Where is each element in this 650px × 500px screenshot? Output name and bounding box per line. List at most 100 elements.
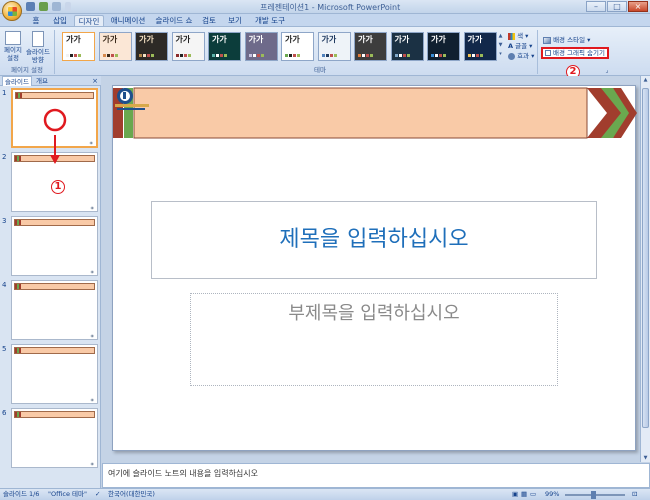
thumbnail-logo-icon: ◉ <box>90 269 95 274</box>
slide-number: 5 <box>2 345 7 353</box>
slide-canvas: 제목을 입력하십시오 부제목을 입력하십시오 <box>112 85 637 451</box>
theme-fonts-label: 글꼴 <box>515 42 528 50</box>
theme-colors-label: 색 <box>517 32 524 40</box>
theme-thumbnail[interactable]: 가가 <box>171 32 205 61</box>
office-button[interactable] <box>2 1 22 21</box>
theme-color-swatches <box>248 54 264 57</box>
vertical-scrollbar[interactable]: ▲ ▼ <box>640 76 650 462</box>
fonts-icon: A <box>508 42 514 50</box>
theme-color-swatches <box>285 54 300 57</box>
tab-slideshow[interactable]: 슬라이드 쇼 <box>154 15 194 26</box>
close-button[interactable]: × <box>628 1 648 12</box>
zoom-level[interactable]: 99% <box>545 489 559 500</box>
background-dialog-launcher[interactable]: ⌟ <box>600 66 614 74</box>
theme-sample-text: 가가 <box>139 35 154 44</box>
theme-colors-button[interactable]: 색 ▾ <box>508 30 528 40</box>
group-divider <box>537 30 538 74</box>
theme-thumbnail[interactable]: 가가 <box>208 32 241 61</box>
theme-sample-text: 가가 <box>175 35 191 44</box>
theme-sample-text: 가가 <box>212 35 227 44</box>
maximize-button[interactable]: □ <box>607 1 627 12</box>
thumbnail-logo-icon: ◉ <box>90 333 95 338</box>
slide-number: 4 <box>2 281 7 289</box>
background-styles-label: 배경 스타일 <box>553 36 586 44</box>
tab-view[interactable]: 보기 <box>226 15 244 26</box>
slide-thumbnail[interactable]: ◉ <box>11 280 98 340</box>
thumbnail-header-band <box>14 347 95 354</box>
notes-pane[interactable]: 여기에 슬라이드 노트의 내용을 입력하십시오 <box>102 463 650 488</box>
slide-editing-area: 제목을 입력하십시오 부제목을 입력하십시오 <box>102 76 638 462</box>
status-bar: 슬라이드 1/6 "Office 테마" ✓ 한국어(대한민국) ▣ ▦ ▭ 9… <box>0 488 650 500</box>
title-placeholder[interactable]: 제목을 입력하십시오 <box>151 201 597 279</box>
theme-sample-text: 가가 <box>467 35 483 44</box>
themes-scroll[interactable]: ▲ ▼ ▾ <box>497 32 504 61</box>
thumbnail-header-band <box>14 219 95 226</box>
zoom-slider-knob[interactable] <box>591 491 596 499</box>
theme-color-swatches <box>358 54 373 57</box>
tab-review[interactable]: 검토 <box>200 15 218 26</box>
annotation-arrow-head <box>50 155 60 164</box>
theme-color-swatches <box>212 54 227 57</box>
themes-group-label: 테마 <box>314 66 326 74</box>
colors-icon <box>508 32 515 40</box>
thumbnail-header-band <box>14 283 95 290</box>
minimize-button[interactable]: – <box>586 1 606 12</box>
effects-icon <box>508 52 515 60</box>
slide-thumbnail[interactable]: ◉ <box>11 408 98 468</box>
theme-sample-text: 가가 <box>321 35 337 44</box>
spellcheck-icon[interactable]: ✓ <box>95 489 100 500</box>
theme-thumbnail[interactable]: 가가 <box>281 32 314 61</box>
checkbox-box <box>545 50 551 56</box>
theme-color-swatches <box>394 54 410 57</box>
hide-background-graphics-label: 배경 그래픽 숨기기 <box>553 49 605 57</box>
band-peach-bar <box>133 87 588 139</box>
slide-thumbnail[interactable]: ◉ <box>11 216 98 276</box>
slide-number: 6 <box>2 409 7 417</box>
normal-view-icon[interactable]: ▣ <box>512 489 518 500</box>
window-controls: – □ × <box>586 1 648 12</box>
tab-developer[interactable]: 개발 도구 <box>254 15 286 26</box>
thumbnail-logo-icon: ◉ <box>90 397 95 402</box>
scrollbar-thumb[interactable] <box>642 88 649 428</box>
theme-sample-text: 가가 <box>431 35 446 44</box>
window-title: 프레젠테이션1 - Microsoft PowerPoint <box>260 3 401 12</box>
theme-color-swatches <box>321 54 337 57</box>
theme-thumbnail[interactable]: 가가 <box>390 32 424 61</box>
slide-thumbnail[interactable]: ◉ <box>11 344 98 404</box>
thumbnail-header-band <box>14 411 95 418</box>
background-styles-icon <box>543 36 551 44</box>
background-styles-button[interactable]: 배경 스타일 ▾ <box>543 34 590 44</box>
theme-thumbnail[interactable]: 가가 <box>244 32 278 61</box>
scroll-down-icon[interactable]: ▼ <box>641 455 650 461</box>
language-indicator[interactable]: 한국어(대한민국) <box>108 489 155 500</box>
fit-to-window-icon[interactable]: ⊡ <box>632 489 637 500</box>
thumbnail-logo-icon: ◉ <box>90 461 95 466</box>
theme-sample-text: 가가 <box>248 35 264 44</box>
subtitle-placeholder[interactable]: 부제목을 입력하십시오 <box>190 293 558 386</box>
theme-thumbnail[interactable]: 가가 <box>354 32 387 61</box>
slide-number: 3 <box>2 217 7 225</box>
hide-background-graphics-checkbox[interactable]: 배경 그래픽 숨기기 <box>541 47 609 59</box>
scroll-up-icon[interactable]: ▲ <box>641 77 650 83</box>
theme-fonts-button[interactable]: A 글꼴 ▾ <box>508 40 532 50</box>
theme-sample-text: 가가 <box>285 35 300 44</box>
theme-color-swatches <box>431 54 446 57</box>
theme-sample-text: 가가 <box>394 35 410 44</box>
theme-thumbnail[interactable]: 가가 <box>463 32 497 61</box>
zoom-slider[interactable] <box>565 491 625 499</box>
theme-effects-button[interactable]: 효과 ▾ <box>508 50 534 60</box>
theme-thumbnail[interactable]: 가가 <box>317 32 351 61</box>
theme-thumbnail[interactable]: 가가 <box>135 32 168 61</box>
logo-icon <box>115 88 149 110</box>
theme-name: "Office 테마" <box>48 490 87 498</box>
slide-counter: 슬라이드 1/6 <box>3 490 40 498</box>
annotation-circle <box>43 108 67 132</box>
slide-header-band <box>113 87 637 139</box>
theme-effects-label: 효과 <box>517 52 530 60</box>
theme-thumbnail[interactable]: 가가 <box>427 32 460 61</box>
theme-color-swatches <box>175 54 191 57</box>
sorter-view-icon[interactable]: ▦ <box>521 489 527 500</box>
annotation-marker-1: 1 <box>51 180 65 194</box>
slideshow-view-icon[interactable]: ▭ <box>530 489 536 500</box>
theme-color-swatches <box>139 54 154 57</box>
